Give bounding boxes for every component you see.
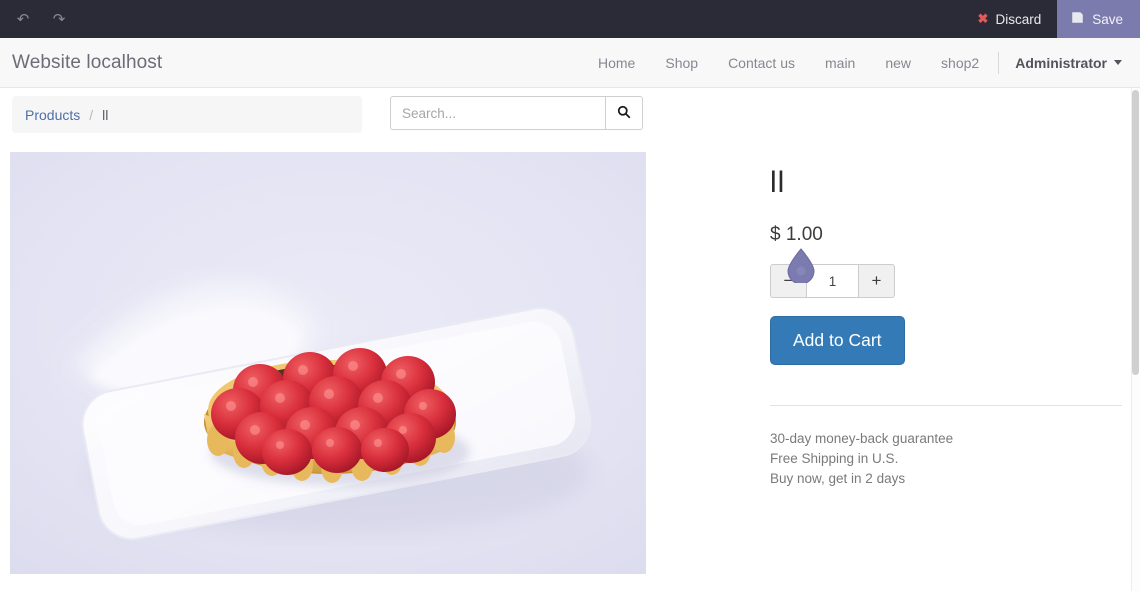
nav-item-shop[interactable]: Shop: [650, 38, 713, 88]
site-header: Website localhost Home Shop Contact us m…: [0, 38, 1140, 88]
product-details-panel: ll $ 1.00 − + Add to Cart 30-day money-b…: [770, 168, 1125, 489]
nav-item-main[interactable]: main: [810, 38, 870, 88]
add-to-cart-button[interactable]: Add to Cart: [770, 316, 905, 365]
breadcrumb: Products / ll: [12, 96, 362, 133]
product-image[interactable]: [10, 152, 646, 574]
breadcrumb-separator: /: [89, 106, 94, 123]
nav-divider: [998, 51, 1000, 74]
discard-button[interactable]: ✖ Discard: [962, 0, 1058, 38]
sub-bar: Products / ll: [0, 96, 1140, 136]
chevron-down-icon: [1114, 60, 1122, 65]
editor-toolbar: ↶ ↷ ✖ Discard Save: [0, 0, 1140, 38]
breadcrumb-item-current: ll: [102, 106, 109, 123]
quantity-decrease-button[interactable]: −: [770, 264, 806, 298]
save-button-label: Save: [1092, 11, 1123, 27]
shipping-note-guarantee: 30-day money-back guarantee: [770, 431, 954, 446]
main-navigation: Home Shop Contact us main new shop2 Admi…: [583, 38, 1140, 88]
toolbar-actions: ✖ Discard Save: [962, 0, 1140, 38]
quantity-increase-button[interactable]: +: [859, 264, 895, 298]
shipping-note-delivery: Buy now, get in 2 days: [770, 471, 906, 486]
shipping-note-free-shipping: Free Shipping in U.S.: [770, 451, 899, 466]
search-form: [390, 96, 643, 130]
nav-item-new[interactable]: new: [870, 38, 926, 88]
redo-icon[interactable]: ↷: [44, 5, 74, 33]
info-divider: [770, 405, 1122, 406]
nav-item-home[interactable]: Home: [583, 38, 650, 88]
user-menu-label: Administrator: [1015, 54, 1107, 71]
floppy-disk-icon: [1071, 11, 1084, 27]
breadcrumb-item-products[interactable]: Products: [25, 107, 80, 123]
search-input[interactable]: [390, 96, 605, 130]
site-brand[interactable]: Website localhost: [0, 52, 162, 74]
close-x-icon: ✖: [977, 11, 989, 26]
search-icon: [617, 105, 631, 122]
save-button[interactable]: Save: [1057, 0, 1140, 38]
nav-item-contact-us[interactable]: Contact us: [713, 38, 810, 88]
shipping-guarantee-list: 30-day money-back guarantee Free Shippin…: [770, 429, 1125, 489]
quantity-input[interactable]: [806, 264, 859, 298]
search-button[interactable]: [605, 96, 643, 130]
product-price: $ 1.00: [770, 224, 823, 245]
page-scrollbar-thumb[interactable]: [1132, 90, 1139, 375]
history-button-group: ↶ ↷: [0, 5, 74, 33]
undo-icon[interactable]: ↶: [8, 5, 38, 33]
user-menu-administrator[interactable]: Administrator: [1003, 55, 1128, 71]
nav-item-shop2[interactable]: shop2: [926, 38, 994, 88]
discard-button-label: Discard: [995, 11, 1042, 27]
quantity-stepper: − +: [770, 264, 895, 298]
product-title: ll: [770, 166, 786, 199]
